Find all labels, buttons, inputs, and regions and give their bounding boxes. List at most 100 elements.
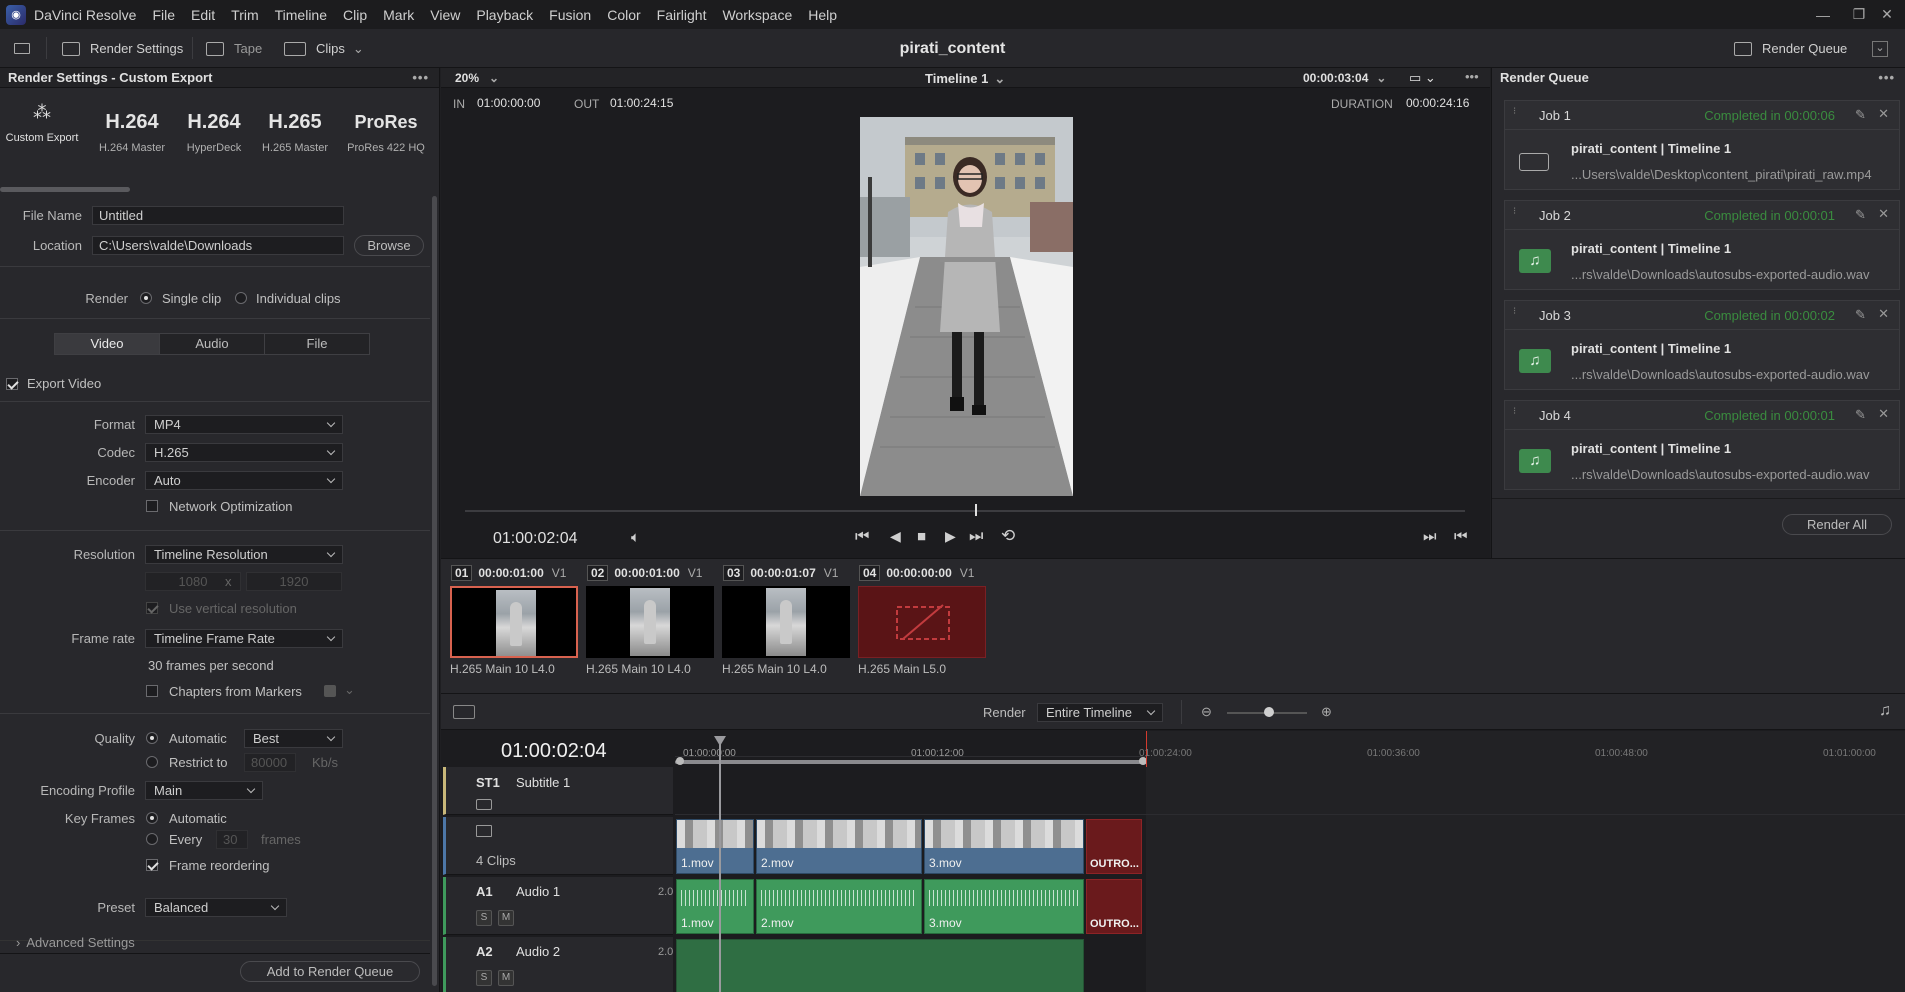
render-all-button[interactable]: Render All: [1782, 514, 1892, 535]
render-range-select[interactable]: Entire Timeline: [1037, 703, 1163, 722]
render-settings-button[interactable]: Render Settings: [62, 29, 183, 68]
individual-clips-radio[interactable]: [235, 292, 247, 304]
mute-button[interactable]: M: [498, 970, 514, 986]
preset-custom-export[interactable]: ⁂ Custom Export: [0, 98, 84, 145]
audio-clip-offline[interactable]: OUTRO...: [1086, 879, 1142, 934]
audio-clip[interactable]: 1.mov: [676, 879, 754, 934]
go-to-end-icon[interactable]: ⏭︎: [969, 528, 983, 546]
subtitle-icon[interactable]: [476, 799, 492, 810]
clip-thumbnail[interactable]: [450, 586, 578, 658]
zoom-out-icon[interactable]: ⊖: [1201, 704, 1212, 720]
monitor-icon[interactable]: [14, 29, 30, 68]
preset-hyperdeck[interactable]: H.264 HyperDeck: [176, 108, 252, 154]
video-clip[interactable]: 1.mov: [676, 819, 754, 874]
edit-pencil-icon[interactable]: ✎: [1855, 407, 1869, 422]
tape-button[interactable]: Tape: [206, 29, 262, 68]
network-optimization-checkbox[interactable]: [146, 500, 158, 512]
prev-clip-icon[interactable]: ⏮︎: [1454, 528, 1468, 545]
loop-icon[interactable]: ⟲: [1001, 526, 1015, 546]
presets-scrollbar[interactable]: [0, 187, 130, 192]
minimize-icon[interactable]: —: [1804, 0, 1842, 29]
video-clip-offline[interactable]: OUTRO...: [1086, 819, 1142, 874]
track-header-audio-1[interactable]: A1 Audio 1 2.0 S M: [443, 877, 673, 935]
timecode-display[interactable]: 00:00:03:04 ⌄: [1303, 71, 1386, 85]
close-window-icon[interactable]: ✕: [1868, 0, 1905, 29]
scrub-playhead[interactable]: [975, 504, 977, 516]
location-input[interactable]: C:\Users\valde\Downloads: [92, 236, 344, 255]
remove-job-icon[interactable]: ✕: [1878, 406, 1889, 422]
resolution-select[interactable]: Timeline Resolution: [145, 545, 343, 564]
chapters-from-markers-checkbox[interactable]: [146, 685, 158, 697]
menu-color[interactable]: Color: [599, 7, 648, 23]
quality-automatic-radio[interactable]: [146, 732, 158, 744]
menu-playback[interactable]: Playback: [468, 7, 541, 23]
encoding-profile-select[interactable]: Main: [145, 781, 263, 800]
solo-button[interactable]: S: [476, 970, 492, 986]
format-select[interactable]: MP4: [145, 415, 343, 434]
render-job[interactable]: ⁝ Job 2 Completed in 00:00:01 ✎ ✕ ♫ pira…: [1504, 200, 1900, 290]
codec-select[interactable]: H.265: [145, 443, 343, 462]
clip-thumbnail-offline[interactable]: [858, 586, 986, 658]
menu-timeline[interactable]: Timeline: [267, 7, 335, 23]
remove-job-icon[interactable]: ✕: [1878, 206, 1889, 222]
audio-meter-icon[interactable]: ♫: [1879, 702, 1891, 720]
render-job[interactable]: ⁝ Job 4 Completed in 00:00:01 ✎ ✕ ♫ pira…: [1504, 400, 1900, 490]
browse-button[interactable]: Browse: [354, 235, 424, 256]
zoom-select[interactable]: 20% ⌄: [455, 71, 499, 85]
menu-fairlight[interactable]: Fairlight: [649, 7, 715, 23]
menu-clip[interactable]: Clip: [335, 7, 375, 23]
file-name-input[interactable]: Untitled: [92, 206, 344, 225]
single-clip-radio[interactable]: [140, 292, 152, 304]
more-options-icon[interactable]: •••: [1878, 68, 1895, 88]
scrub-bar[interactable]: [465, 510, 1465, 512]
key-frames-every-radio[interactable]: [146, 833, 158, 845]
tab-audio[interactable]: Audio: [159, 333, 265, 355]
video-preview[interactable]: [860, 117, 1073, 496]
menu-help[interactable]: Help: [800, 7, 845, 23]
advanced-settings-toggle[interactable]: › Advanced Settings: [16, 935, 135, 950]
chevron-down-icon[interactable]: ⌄: [344, 682, 355, 698]
edit-pencil-icon[interactable]: ✎: [1855, 207, 1869, 222]
audio-clip[interactable]: 2.mov: [756, 879, 922, 934]
next-clip-icon[interactable]: ⏭︎: [1423, 528, 1437, 545]
preset-h265-master[interactable]: H.265 H.265 Master: [256, 108, 334, 154]
track-header-subtitle[interactable]: ST1 Subtitle 1: [443, 767, 673, 815]
zoom-slider-handle[interactable]: [1264, 707, 1274, 717]
viewer-options-icon[interactable]: ▭ ⌄: [1409, 70, 1436, 86]
audio-2-clip[interactable]: [676, 939, 1084, 992]
play-reverse-icon[interactable]: ◀︎: [890, 528, 901, 545]
more-options-icon[interactable]: •••: [1465, 69, 1479, 84]
mute-button[interactable]: M: [498, 910, 514, 926]
preset-select[interactable]: Balanced: [145, 898, 287, 917]
edit-pencil-icon[interactable]: ✎: [1855, 107, 1869, 122]
preset-prores-422-hq[interactable]: ProRes ProRes 422 HQ: [344, 108, 428, 154]
render-queue-button[interactable]: Render Queue: [1734, 29, 1847, 68]
frame-reordering-checkbox[interactable]: [146, 859, 158, 871]
timeline-options-icon[interactable]: [453, 705, 475, 719]
render-range-bar[interactable]: [675, 760, 1145, 764]
video-clip[interactable]: 3.mov: [924, 819, 1084, 874]
menu-edit[interactable]: Edit: [183, 7, 223, 23]
export-video-checkbox[interactable]: [6, 378, 18, 390]
menu-trim[interactable]: Trim: [223, 7, 266, 23]
clip-thumbnail[interactable]: [722, 586, 850, 658]
go-to-start-icon[interactable]: ⏮︎: [855, 528, 869, 546]
playhead-line[interactable]: [719, 744, 721, 992]
preset-h264-master[interactable]: H.264 H.264 Master: [92, 108, 172, 154]
clips-button[interactable]: Clips ⌄: [284, 29, 364, 68]
render-job[interactable]: ⁝ Job 3 Completed in 00:00:02 ✎ ✕ ♫ pira…: [1504, 300, 1900, 390]
menu-fusion[interactable]: Fusion: [541, 7, 599, 23]
more-options-icon[interactable]: •••: [412, 68, 429, 88]
video-clip[interactable]: 2.mov: [756, 819, 922, 874]
volume-icon[interactable]: 🔈︎: [631, 529, 640, 546]
encoder-select[interactable]: Auto: [145, 471, 343, 490]
timeline-select[interactable]: Timeline 1 ⌄: [925, 71, 1005, 87]
menu-mark[interactable]: Mark: [375, 7, 422, 23]
restrict-to-radio[interactable]: [146, 756, 158, 768]
track-header-audio-2[interactable]: A2 Audio 2 2.0 S M: [443, 937, 673, 992]
key-frames-automatic-radio[interactable]: [146, 812, 158, 824]
quality-select[interactable]: Best: [244, 729, 343, 748]
expand-icon[interactable]: ⌄: [1872, 29, 1888, 68]
menu-workspace[interactable]: Workspace: [714, 7, 800, 23]
audio-clip[interactable]: 3.mov: [924, 879, 1084, 934]
